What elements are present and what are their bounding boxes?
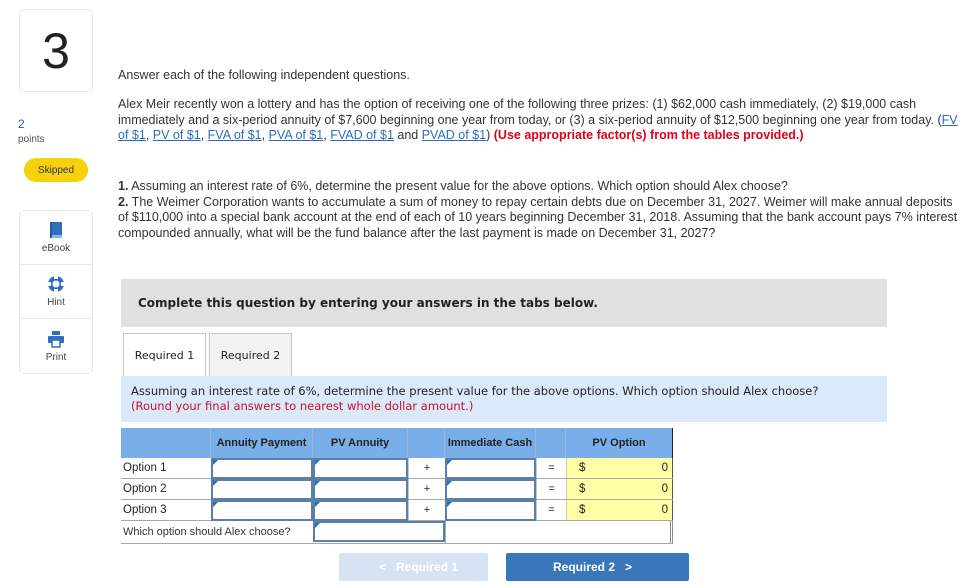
immediate-cash-input[interactable] (445, 500, 536, 521)
rounding-note: (Round your final answers to nearest who… (131, 399, 474, 413)
choose-label: Which option should Alex choose? (123, 526, 291, 538)
requirements: 1. Assuming an interest rate of 6%, dete… (118, 179, 963, 241)
separator: and (393, 128, 422, 142)
pv-annuity-input[interactable] (313, 458, 408, 479)
tab-bar: Required 1 Required 2 (123, 333, 292, 377)
row-label: Option 2 (123, 483, 167, 495)
pv-option-value: $ 0 (566, 500, 673, 520)
pv-option-amount: 0 (661, 483, 668, 495)
currency-symbol: $ (579, 504, 586, 516)
plus-sign: + (408, 479, 445, 499)
status-badge: Skipped (24, 158, 88, 182)
paragraph-text: Alex Meir recently won a lottery and has… (118, 97, 942, 127)
separator: ) (486, 128, 491, 142)
row-label: Option 1 (123, 462, 167, 474)
prev-label: Required 1 (396, 560, 459, 574)
requirement-1: 1. Assuming an interest rate of 6%, dete… (118, 179, 963, 195)
chevron-right-icon: > (625, 560, 633, 574)
instruction-box: Assuming an interest rate of 6%, determi… (121, 376, 887, 422)
req1-text: Assuming an interest rate of 6%, determi… (128, 179, 788, 193)
req2-number: 2. (118, 194, 129, 209)
annuity-payment-input[interactable] (211, 500, 313, 521)
immediate-cash-input[interactable] (445, 458, 536, 479)
header-pv-option: PV Option (566, 428, 673, 458)
link-fva[interactable]: FVA of $1 (208, 128, 262, 142)
question-paragraph: Alex Meir recently won a lottery and has… (118, 97, 960, 144)
header-blank (121, 428, 211, 458)
tools-panel: eBook Hint Print (19, 210, 93, 374)
book-icon (50, 222, 62, 238)
plus-sign: + (408, 458, 445, 478)
pv-option-amount: 0 (661, 462, 668, 474)
table-row: Option 1 + = $ 0 (121, 458, 673, 479)
plus-sign: + (408, 500, 445, 520)
requirement-2: 2. The Weimer Corporation wants to accum… (118, 195, 963, 242)
row-label: Option 3 (123, 504, 167, 516)
hint-label: Hint (47, 297, 65, 308)
answer-table: Annuity Payment PV Annuity Immediate Cas… (121, 428, 673, 544)
header-annuity-payment: Annuity Payment (211, 428, 313, 458)
header-immediate-cash: Immediate Cash (445, 428, 536, 458)
hint-button[interactable]: Hint (20, 265, 92, 319)
choose-row: Which option should Alex choose? (121, 521, 673, 544)
pv-option-value: $ 0 (566, 458, 673, 478)
req2-text: The Weimer Corporation wants to accumula… (118, 194, 958, 240)
print-label: Print (45, 351, 67, 363)
annuity-payment-input[interactable] (211, 458, 313, 479)
link-pva[interactable]: PVA of $1 (269, 128, 324, 142)
separator: , (200, 128, 208, 142)
chevron-left-icon: < (378, 560, 386, 574)
print-button[interactable]: Print (20, 319, 92, 373)
pv-annuity-input[interactable] (313, 479, 408, 500)
equals-sign: = (536, 500, 566, 520)
question-number-box: 3 (19, 9, 93, 92)
pv-option-value: $ 0 (566, 479, 673, 499)
intro-text: Answer each of the following independent… (118, 68, 410, 82)
req1-number: 1. (118, 179, 129, 193)
points-value: 2 (18, 117, 25, 131)
question-number: 3 (42, 22, 70, 79)
currency-symbol: $ (579, 462, 586, 474)
tab-required-1[interactable]: Required 1 (123, 333, 206, 377)
immediate-cash-input[interactable] (445, 479, 536, 500)
printer-icon (48, 330, 64, 348)
table-row: Option 3 + = $ 0 (121, 500, 673, 521)
header-blank (408, 428, 445, 458)
next-label: Required 2 (552, 560, 615, 574)
table-header: Annuity Payment PV Annuity Immediate Cas… (121, 428, 673, 458)
equals-sign: = (536, 458, 566, 478)
complete-instructions-bar: Complete this question by entering your … (121, 279, 887, 327)
lifebuoy-icon (48, 276, 64, 292)
equals-sign: = (536, 479, 566, 499)
pv-option-amount: 0 (661, 504, 668, 516)
header-pv-annuity: PV Annuity (313, 428, 408, 458)
ebook-label: eBook (41, 243, 71, 254)
next-required-button[interactable]: Required 2 > (506, 553, 689, 581)
choose-option-input[interactable] (313, 521, 445, 542)
ebook-button[interactable]: eBook (20, 211, 92, 265)
link-fvad[interactable]: FVAD of $1 (330, 128, 394, 142)
prev-required-button: < Required 1 (339, 553, 488, 581)
link-pv[interactable]: PV of $1 (153, 128, 201, 142)
link-pvad[interactable]: PVAD of $1 (422, 128, 486, 142)
currency-symbol: $ (579, 483, 586, 495)
table-row: Option 2 + = $ 0 (121, 479, 673, 500)
annuity-payment-input[interactable] (211, 479, 313, 500)
instruction-text: Assuming an interest rate of 6%, determi… (131, 384, 819, 398)
points-label: points (18, 134, 45, 145)
choose-row-filler (445, 521, 673, 543)
header-blank (536, 428, 566, 458)
separator: , (145, 128, 153, 142)
tab-required-2[interactable]: Required 2 (209, 333, 292, 377)
separator: , (261, 128, 269, 142)
factor-note: (Use appropriate factor(s) from the tabl… (493, 128, 804, 142)
pv-annuity-input[interactable] (313, 500, 408, 521)
